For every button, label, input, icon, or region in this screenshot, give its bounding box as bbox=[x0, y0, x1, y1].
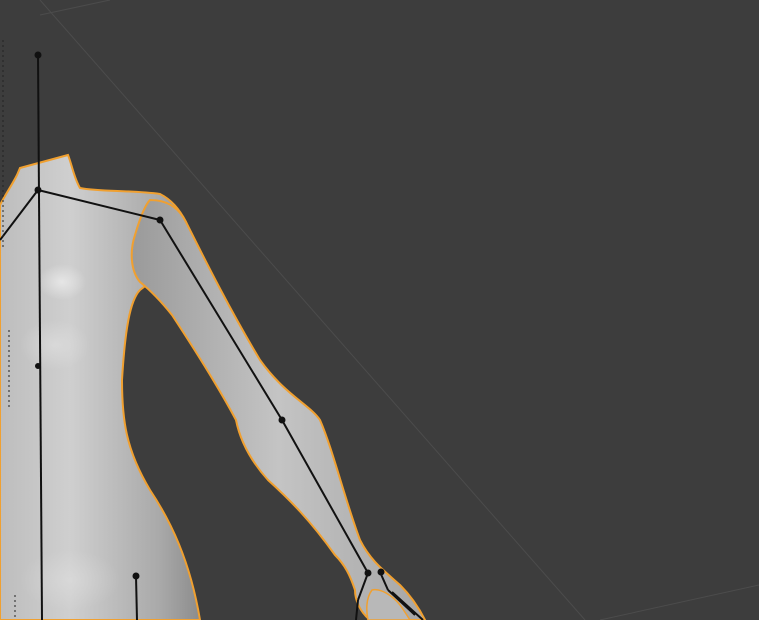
bone-joint-hand[interactable] bbox=[377, 568, 385, 576]
bone-joint-elbow[interactable] bbox=[278, 416, 286, 424]
3d-viewport[interactable] bbox=[0, 0, 759, 620]
bone-joint-hip[interactable] bbox=[132, 572, 140, 580]
bone-finger-3[interactable] bbox=[355, 599, 359, 620]
belly-highlight bbox=[20, 320, 90, 370]
bone-leg[interactable] bbox=[135, 575, 138, 620]
viewport-canvas[interactable] bbox=[0, 0, 759, 620]
bone-joint-spine-mid[interactable] bbox=[35, 363, 41, 369]
hip-highlight bbox=[20, 550, 120, 610]
grid-line-top bbox=[39, 0, 111, 16]
bone-joint-wrist[interactable] bbox=[364, 569, 372, 577]
character-mesh[interactable] bbox=[0, 153, 427, 620]
bone-joint-shoulder[interactable] bbox=[156, 216, 164, 224]
grid-line-bottom bbox=[599, 584, 759, 620]
bone-joint-neck[interactable] bbox=[34, 186, 42, 194]
chest-highlight bbox=[38, 264, 86, 300]
bone-joint-head[interactable] bbox=[34, 51, 42, 59]
